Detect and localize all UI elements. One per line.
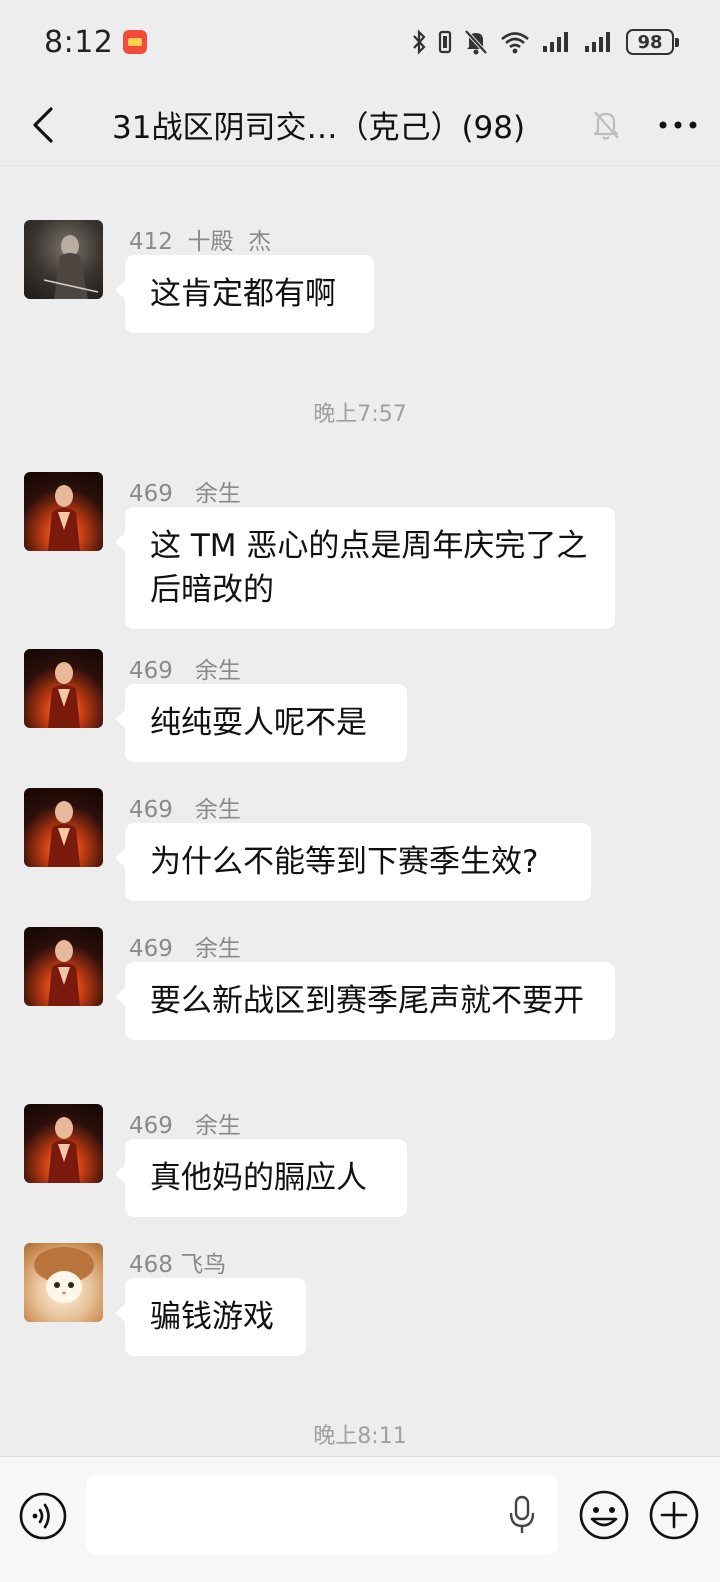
message-bubble[interactable]: 为什么不能等到下赛季生效? bbox=[115, 823, 591, 901]
sender-name: 469 余生 bbox=[129, 797, 241, 823]
bluetooth-icon bbox=[413, 29, 426, 55]
avatar[interactable] bbox=[24, 788, 103, 867]
message-bubble[interactable]: 要么新战区到赛季尾声就不要开 bbox=[115, 962, 615, 1040]
message-bubble[interactable]: 纯纯耍人呢不是 bbox=[115, 684, 407, 762]
voice-button[interactable] bbox=[18, 1491, 68, 1541]
sender-name: 468 飞鸟 bbox=[129, 1252, 227, 1278]
avatar[interactable] bbox=[24, 927, 103, 1006]
sender-name: 469 余生 bbox=[129, 658, 241, 684]
avatar[interactable] bbox=[24, 1104, 103, 1183]
sender-name: 469 余生 bbox=[129, 1113, 241, 1139]
mic-icon bbox=[509, 1495, 535, 1533]
message-input[interactable] bbox=[86, 1475, 558, 1555]
mic-button[interactable] bbox=[508, 1495, 536, 1535]
sender-name: 469 余生 bbox=[129, 936, 241, 962]
avatar[interactable] bbox=[24, 1243, 103, 1322]
avatar[interactable] bbox=[24, 472, 103, 551]
chat-header: 31战区阴司交…（克己）(98) bbox=[0, 84, 720, 166]
plus-icon bbox=[649, 1490, 699, 1540]
status-bar: 8:12 98 bbox=[0, 0, 720, 84]
message-bubble[interactable]: 这肯定都有啊 bbox=[115, 255, 374, 333]
message-bubble[interactable]: 这 TM 恶心的点是周年庆完了之后暗改的 bbox=[115, 507, 615, 629]
sender-name: 412 十殿 杰 bbox=[129, 229, 272, 255]
status-time: 8:12 bbox=[44, 24, 114, 60]
back-button[interactable] bbox=[0, 84, 86, 166]
status-right: 98 bbox=[412, 29, 679, 55]
vibrate-icon bbox=[438, 30, 452, 54]
wifi-icon bbox=[501, 32, 529, 54]
plus-button[interactable] bbox=[648, 1489, 700, 1541]
timestamp: 晚上8:11 bbox=[313, 1424, 407, 1449]
timestamp: 晚上7:57 bbox=[313, 402, 407, 427]
more-button[interactable] bbox=[636, 84, 720, 166]
message-bubble[interactable]: 真他妈的膈应人 bbox=[115, 1139, 407, 1217]
bell-off-icon bbox=[593, 110, 619, 140]
chevron-left-icon bbox=[33, 106, 53, 143]
avatar[interactable] bbox=[24, 220, 103, 299]
voice-icon bbox=[19, 1492, 67, 1540]
emoji-button[interactable] bbox=[578, 1489, 630, 1541]
sender-name: 469 余生 bbox=[129, 481, 241, 507]
mute-icon bbox=[464, 29, 488, 55]
mute-status bbox=[576, 84, 636, 166]
chat-title: 31战区阴司交…（克己）(98) bbox=[112, 110, 526, 146]
more-dots-icon bbox=[659, 121, 697, 128]
battery-indicator: 98 bbox=[626, 29, 679, 55]
avatar[interactable] bbox=[24, 649, 103, 728]
signal-icon bbox=[543, 32, 568, 52]
status-left: 8:12 bbox=[44, 24, 148, 60]
emoji-icon bbox=[579, 1490, 629, 1540]
message-bubble[interactable]: 骗钱游戏 bbox=[115, 1278, 306, 1356]
input-bar bbox=[0, 1456, 720, 1582]
chat-message-list[interactable]: 412 十殿 杰 这肯定都有啊 晚上7:57 469 余生 这 TM 恶心的点是… bbox=[0, 166, 720, 1456]
signal-icon bbox=[585, 32, 610, 52]
notification-app-icon bbox=[123, 30, 148, 54]
